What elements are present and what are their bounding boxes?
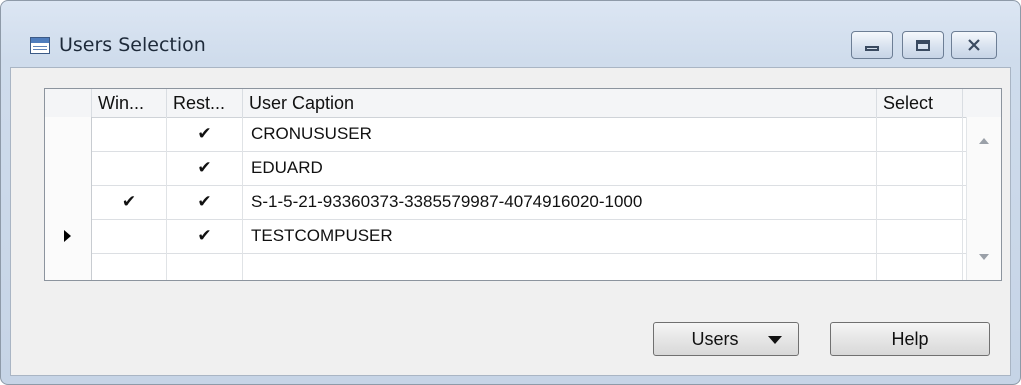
column-header-select[interactable]: Select [877,89,963,117]
row-selector[interactable] [45,185,92,219]
rest-cell[interactable]: ✔ [167,117,243,151]
row-selector[interactable] [45,151,92,185]
title-bar[interactable]: Users Selection [1,1,1020,73]
table-row[interactable]: ✔ EDUARD [45,151,1001,186]
dialog-body: Win... Rest... User Caption Select ✔ CRO… [10,67,1011,376]
row-selector[interactable] [45,117,92,151]
select-cell[interactable] [877,219,963,253]
users-menu-button[interactable]: Users [653,322,799,356]
help-button-label: Help [891,328,929,349]
table-row[interactable] [45,253,1001,280]
column-header-win[interactable]: Win... [92,89,167,117]
grid-header: Win... Rest... User Caption Select [45,89,1001,118]
column-header-rest[interactable]: Rest... [167,89,243,117]
select-cell[interactable] [877,185,963,219]
table-row[interactable]: ✔ ✔ S-1-5-21-93360373-3385579987-4074916… [45,185,1001,220]
vertical-scrollbar[interactable] [966,117,1001,280]
select-cell[interactable] [877,151,963,185]
user-caption-cell[interactable]: EDUARD [243,151,877,185]
close-icon [968,39,980,51]
win-cell[interactable] [92,151,167,185]
row-selector[interactable] [45,253,92,280]
user-caption-cell[interactable] [243,253,877,280]
users-button-label: Users [691,328,739,349]
rest-cell[interactable]: ✔ [167,151,243,185]
scroll-down-icon[interactable] [979,254,989,260]
rest-cell[interactable]: ✔ [167,185,243,219]
close-button[interactable] [951,31,997,59]
row-selector-header [45,89,92,117]
user-caption-cell[interactable]: CRONUSUSER [243,117,877,151]
window-title: Users Selection [59,34,206,56]
help-button[interactable]: Help [830,322,990,356]
chevron-down-icon [768,336,782,344]
user-caption-cell[interactable]: S-1-5-21-93360373-3385579987-4074916020-… [243,185,877,219]
users-selection-window: Users Selection Win... Rest... User Capt… [0,0,1021,385]
rest-cell[interactable] [167,253,243,280]
column-header-user-caption[interactable]: User Caption [243,89,877,117]
maximize-button[interactable] [902,31,944,59]
win-cell[interactable] [92,219,167,253]
table-row[interactable]: ✔ CRONUSUSER [45,117,1001,152]
rest-cell[interactable]: ✔ [167,219,243,253]
minimize-button[interactable] [851,31,893,59]
win-cell[interactable]: ✔ [92,185,167,219]
row-selector[interactable] [45,219,92,253]
table-row[interactable]: ✔ TESTCOMPUSER [45,219,1001,254]
win-cell[interactable] [92,117,167,151]
user-caption-cell[interactable]: TESTCOMPUSER [243,219,877,253]
select-cell[interactable] [877,253,963,280]
select-cell[interactable] [877,117,963,151]
scroll-up-icon[interactable] [979,138,989,144]
table-icon [30,37,50,54]
maximize-icon [916,39,930,51]
win-cell[interactable] [92,253,167,280]
current-row-indicator-icon [64,230,71,242]
minimize-icon [865,46,879,51]
users-grid[interactable]: Win... Rest... User Caption Select ✔ CRO… [44,88,1002,281]
